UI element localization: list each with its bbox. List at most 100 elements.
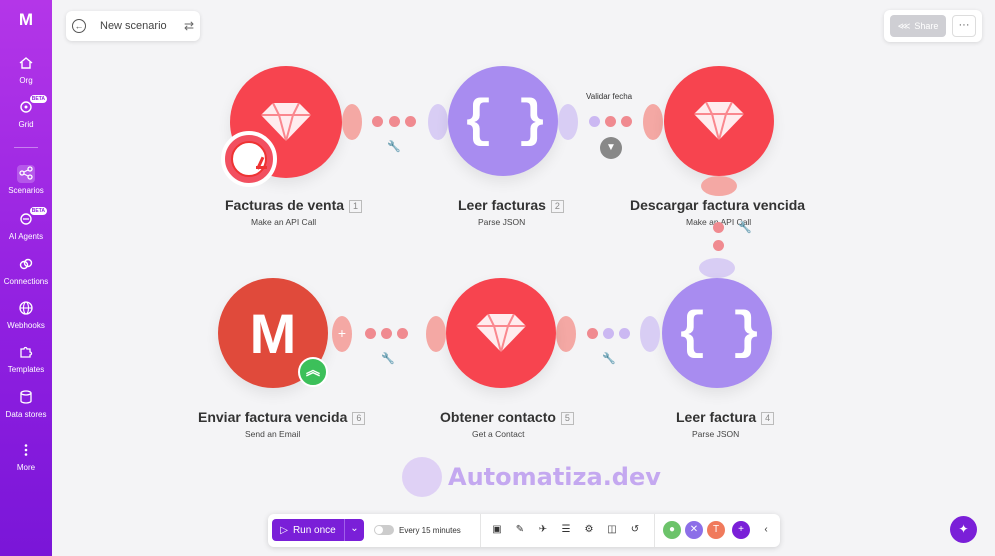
grid-icon: BETA [17, 95, 47, 117]
upgrade-chevron-icon[interactable]: ︽ [298, 357, 328, 387]
module-connector [428, 104, 448, 140]
route-dot [605, 116, 616, 127]
module-name: Leer factura 4 [676, 409, 775, 425]
route-dot [713, 222, 724, 233]
magic-wand-icon[interactable]: ✎ [513, 523, 527, 537]
wrench-icon[interactable]: 🔧 [602, 352, 616, 365]
route-dot [713, 240, 724, 251]
sidebar-item-label: Scenarios [8, 186, 44, 195]
sidebar-item-label: Org [19, 76, 33, 85]
schedule-label: Every 15 minutes [399, 525, 461, 535]
add-icon[interactable]: + [732, 521, 750, 539]
run-once-button[interactable]: ▷ Run once [272, 519, 344, 541]
table-icon[interactable]: ☰ [559, 523, 573, 537]
module-subtitle: Get a Contact [472, 429, 525, 439]
module-name: Leer facturas 2 [458, 197, 564, 213]
ai-agent-icon: BETA [17, 207, 47, 229]
more-options-button[interactable]: ··· [952, 15, 976, 37]
route-dot [389, 116, 400, 127]
back-arrow-icon[interactable]: ← [72, 19, 86, 33]
globe-icon [17, 300, 35, 318]
sidebar-item-webhooks[interactable]: Webhooks [0, 300, 52, 331]
watermark: Automatiza.dev [402, 457, 661, 497]
watermark-text: Automatiza.dev [448, 463, 661, 491]
route-dot [405, 116, 416, 127]
module-connector[interactable] [701, 176, 737, 196]
swap-icon[interactable]: ⇄ [184, 19, 194, 33]
sidebar-item-ai-agents[interactable]: BETA AI Agents [0, 207, 52, 242]
module-leer-facturas[interactable]: { } [448, 66, 558, 176]
module-connector[interactable] [426, 316, 446, 352]
route-dot [603, 328, 614, 339]
flow-control-icon[interactable]: ✕ [685, 521, 703, 539]
module-connector[interactable] [342, 104, 362, 140]
link-icon [17, 256, 35, 274]
sidebar-item-label: More [16, 463, 36, 472]
play-icon: ▷ [280, 524, 288, 536]
route-dot [619, 328, 630, 339]
sidebar-item-grid[interactable]: BETA Grid [0, 95, 52, 130]
toolbar-divider [654, 514, 655, 547]
sidebar-item-label: Data stores [5, 410, 47, 419]
wrench-icon[interactable]: 🔧 [387, 140, 401, 153]
undo-icon[interactable]: ↺ [628, 523, 642, 537]
route-dot [365, 328, 376, 339]
beta-badge: BETA [29, 95, 47, 103]
sidebar-item-label: AI Agents [8, 232, 44, 241]
module-obtener-contacto[interactable] [446, 278, 556, 388]
beta-badge: BETA [29, 207, 47, 215]
module-subtitle: Send an Email [245, 429, 301, 439]
schedule-toggle[interactable]: Every 15 minutes [374, 522, 461, 538]
wrench-icon[interactable]: 🔧 [738, 221, 752, 234]
sidebar-item-more[interactable]: More [0, 442, 52, 473]
route-dot [372, 116, 383, 127]
gear-icon[interactable]: ⚙ [582, 523, 596, 537]
tools-icon[interactable]: ● [663, 521, 681, 539]
more-vertical-icon [17, 442, 35, 460]
sidebar-item-org[interactable]: Org [0, 55, 52, 86]
save-icon[interactable]: ▣ [490, 523, 504, 537]
note-icon[interactable]: ◫ [605, 523, 619, 537]
scenario-title[interactable]: New scenario [100, 20, 184, 32]
sidebar-item-data-stores[interactable]: Data stores [0, 389, 52, 420]
gem-icon [694, 101, 744, 141]
run-options-dropdown[interactable]: ⌄ [344, 519, 364, 541]
text-parser-icon[interactable]: T [707, 521, 725, 539]
filter-icon[interactable]: ▼ [600, 137, 622, 159]
help-lightbulb-icon[interactable]: ✦ [950, 516, 977, 543]
module-subtitle: Parse JSON [478, 217, 526, 227]
json-braces-icon: { } [676, 303, 762, 363]
route-dot [587, 328, 598, 339]
module-connector [556, 316, 576, 352]
make-logo[interactable]: M [14, 10, 38, 29]
module-connector [699, 258, 735, 278]
share-controls: ⋘ Share ··· [884, 10, 982, 42]
module-leer-factura[interactable]: { } [662, 278, 772, 388]
module-name: Obtener contacto 5 [440, 409, 574, 425]
filter-label[interactable]: Validar fecha [586, 92, 632, 101]
sidebar-item-connections[interactable]: Connections [0, 256, 52, 287]
schedule-clock-icon[interactable] [221, 131, 277, 187]
module-subtitle: Parse JSON [692, 429, 740, 439]
sidebar-divider [14, 147, 38, 148]
airplane-icon[interactable]: ✈ [536, 523, 550, 537]
sidebar-item-templates[interactable]: Templates [0, 344, 52, 375]
puzzle-icon [17, 344, 35, 362]
module-name: Enviar factura vencida 6 [198, 409, 366, 425]
sidebar-item-scenarios[interactable]: Scenarios [0, 165, 52, 196]
route-dot [589, 116, 600, 127]
collapse-chevron-icon[interactable]: ‹ [759, 523, 773, 537]
sidebar-item-label: Connections [3, 277, 49, 286]
brain-circuit-icon [402, 457, 442, 497]
route-dot [381, 328, 392, 339]
module-connector[interactable] [640, 316, 660, 352]
wrench-icon[interactable]: 🔧 [381, 352, 395, 365]
toggle-switch[interactable] [374, 525, 394, 535]
module-connector[interactable] [558, 104, 578, 140]
module-connector [643, 104, 663, 140]
json-braces-icon: { } [462, 91, 548, 151]
add-module-button[interactable]: + [332, 316, 352, 352]
share-button[interactable]: ⋘ Share [890, 15, 946, 37]
sidebar-item-label: Grid [18, 120, 34, 129]
module-descargar-factura-vencida[interactable] [664, 66, 774, 176]
